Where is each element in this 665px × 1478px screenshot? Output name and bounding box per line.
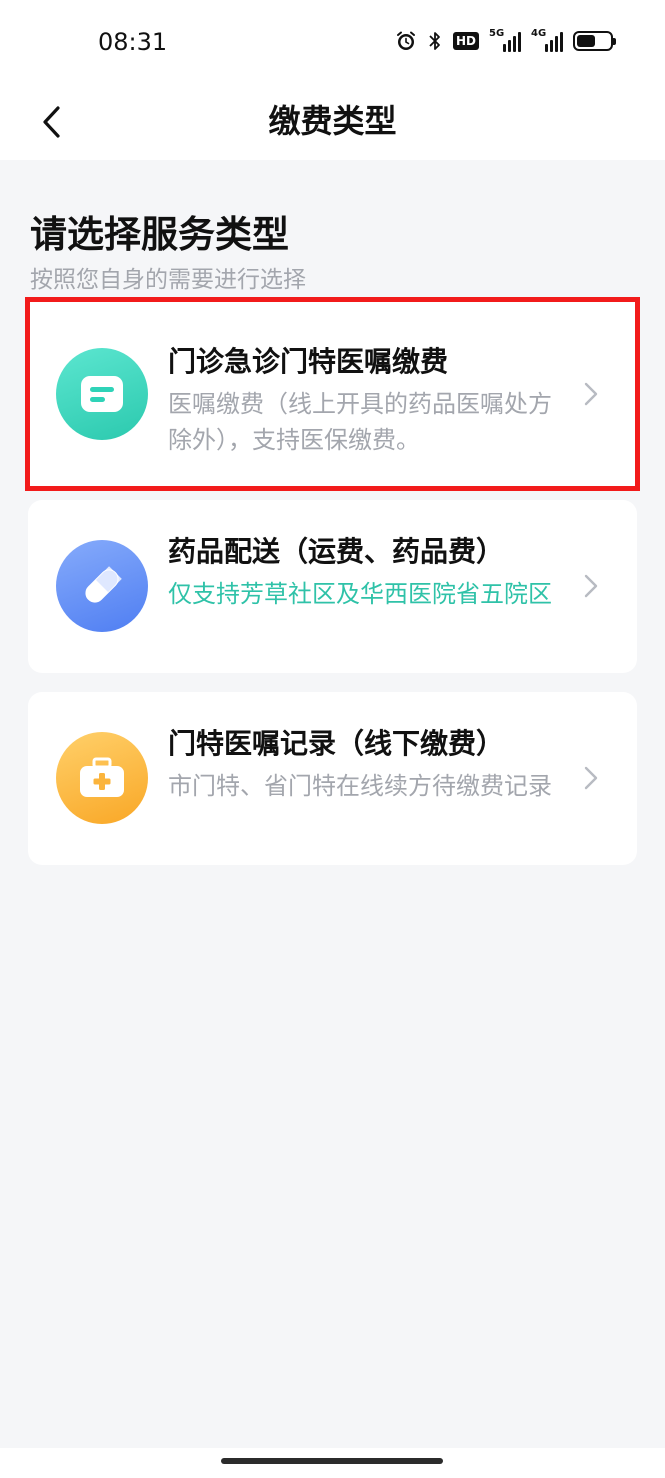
status-icons: HD 5G 4G: [395, 28, 616, 52]
pill-icon: [85, 566, 122, 603]
chevron-right-icon: [584, 574, 598, 598]
medical-kit-icon: [80, 757, 124, 797]
card-description: 医嘱缴费（线上开具的药品医嘱处方除外），支持医保缴费。: [168, 390, 552, 454]
alarm-icon: [396, 31, 415, 50]
page-title: 缴费类型: [268, 102, 397, 140]
card-icon-wrapper: [56, 732, 148, 824]
status-bar: 08:31 HD 5G 4G: [0, 0, 665, 86]
payment-type-card-outpatient[interactable]: 门诊急诊门特医嘱缴费 医嘱缴费（线上开具的药品医嘱处方除外），支持医保缴费。: [25, 297, 640, 491]
chevron-right-icon: [584, 766, 598, 790]
payment-type-card-delivery[interactable]: 药品配送（运费、药品费） 仅支持芳草社区及华西医院省五院区: [28, 500, 637, 673]
signal-5g-icon: 5G: [489, 28, 521, 52]
home-indicator[interactable]: [221, 1458, 443, 1464]
card-title: 药品配送（运费、药品费）: [168, 535, 505, 568]
battery-fill: [577, 35, 595, 47]
bluetooth-icon: [429, 32, 440, 50]
hd-badge: HD: [452, 32, 479, 50]
card-icon-wrapper: [56, 540, 148, 632]
card-title: 门诊急诊门特医嘱缴费: [168, 345, 449, 378]
section-subtitle: 按照您自身的需要进行选择: [30, 267, 306, 293]
message-card-icon: [81, 376, 123, 412]
chevron-right-icon: [584, 382, 598, 406]
card-description: 市门特、省门特在线续方待缴费记录: [168, 772, 552, 800]
nav-bar: 缴费类型: [0, 86, 665, 160]
payment-type-card-records[interactable]: 门特医嘱记录（线下缴费） 市门特、省门特在线续方待缴费记录: [28, 692, 637, 865]
battery-icon: [573, 31, 616, 51]
section-title: 请选择服务类型: [30, 213, 289, 256]
signal-4g-icon: 4G: [531, 28, 563, 52]
card-icon-wrapper: [56, 348, 148, 440]
card-title: 门特医嘱记录（线下缴费）: [168, 727, 505, 760]
card-description: 仅支持芳草社区及华西医院省五院区: [168, 580, 552, 608]
status-time: 08:31: [98, 28, 168, 56]
